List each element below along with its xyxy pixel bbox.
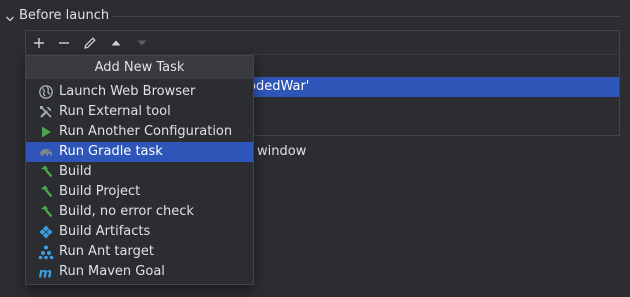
menu-item-build-project[interactable]: Build Project bbox=[26, 182, 253, 202]
menu-item-build-no-error-check[interactable]: Build, no error check bbox=[26, 202, 253, 222]
menu-item-label: Build Artifacts bbox=[59, 224, 151, 239]
section-divider bbox=[113, 16, 620, 17]
menu-item-label: Build bbox=[59, 164, 92, 179]
maven-icon: m bbox=[38, 264, 54, 281]
move-up-button[interactable] bbox=[107, 34, 125, 52]
svg-text:m: m bbox=[39, 267, 53, 281]
globe-icon bbox=[38, 84, 54, 100]
menu-item-run-maven-goal[interactable]: m Run Maven Goal bbox=[26, 262, 253, 282]
tool-window-option-label: window bbox=[257, 144, 307, 159]
menu-item-label: Launch Web Browser bbox=[59, 84, 196, 99]
tools-icon bbox=[38, 104, 54, 120]
pencil-icon bbox=[84, 37, 96, 49]
menu-item-label: Run Gradle task bbox=[59, 144, 163, 159]
before-launch-section-header[interactable]: Before launch bbox=[0, 6, 630, 26]
task-label: odedWar' bbox=[248, 79, 310, 94]
hammer-icon bbox=[38, 184, 54, 200]
ant-icon bbox=[38, 244, 54, 260]
menu-item-run-gradle-task[interactable]: Run Gradle task bbox=[26, 142, 253, 162]
remove-task-button[interactable] bbox=[55, 34, 73, 52]
gradle-elephant-icon bbox=[38, 144, 54, 160]
edit-task-button[interactable] bbox=[81, 34, 99, 52]
menu-item-run-ant-target[interactable]: Run Ant target bbox=[26, 242, 253, 262]
arrow-down-icon bbox=[137, 40, 147, 46]
menu-item-build-artifacts[interactable]: Build Artifacts bbox=[26, 222, 253, 242]
menu-item-launch-web-browser[interactable]: Launch Web Browser bbox=[26, 82, 253, 102]
plus-icon bbox=[34, 38, 44, 48]
menu-item-build[interactable]: Build bbox=[26, 162, 253, 182]
move-down-button[interactable] bbox=[133, 34, 151, 52]
menu-item-label: Run External tool bbox=[59, 104, 171, 119]
menu-item-label: Run Another Configuration bbox=[59, 124, 233, 139]
menu-item-run-another-configuration[interactable]: Run Another Configuration bbox=[26, 122, 253, 142]
chevron-down-icon[interactable] bbox=[6, 12, 14, 22]
menu-item-label: Run Ant target bbox=[59, 244, 154, 259]
menu-item-run-external-tool[interactable]: Run External tool bbox=[26, 102, 253, 122]
play-icon bbox=[38, 124, 54, 140]
add-task-button[interactable] bbox=[30, 34, 48, 52]
menu-item-label: Build Project bbox=[59, 184, 141, 199]
minus-icon bbox=[59, 42, 69, 44]
artifact-diamond-icon bbox=[38, 224, 54, 240]
popup-title: Add New Task bbox=[26, 56, 253, 79]
hammer-icon bbox=[38, 164, 54, 180]
arrow-up-icon bbox=[111, 40, 121, 46]
before-launch-toolbar bbox=[26, 31, 619, 55]
menu-item-label: Run Maven Goal bbox=[59, 264, 165, 279]
section-title: Before launch bbox=[19, 8, 110, 23]
add-new-task-popup: Add New Task Launch Web Browser Run Exte… bbox=[25, 55, 254, 285]
menu-item-label: Build, no error check bbox=[59, 204, 194, 219]
hammer-icon bbox=[38, 204, 54, 220]
